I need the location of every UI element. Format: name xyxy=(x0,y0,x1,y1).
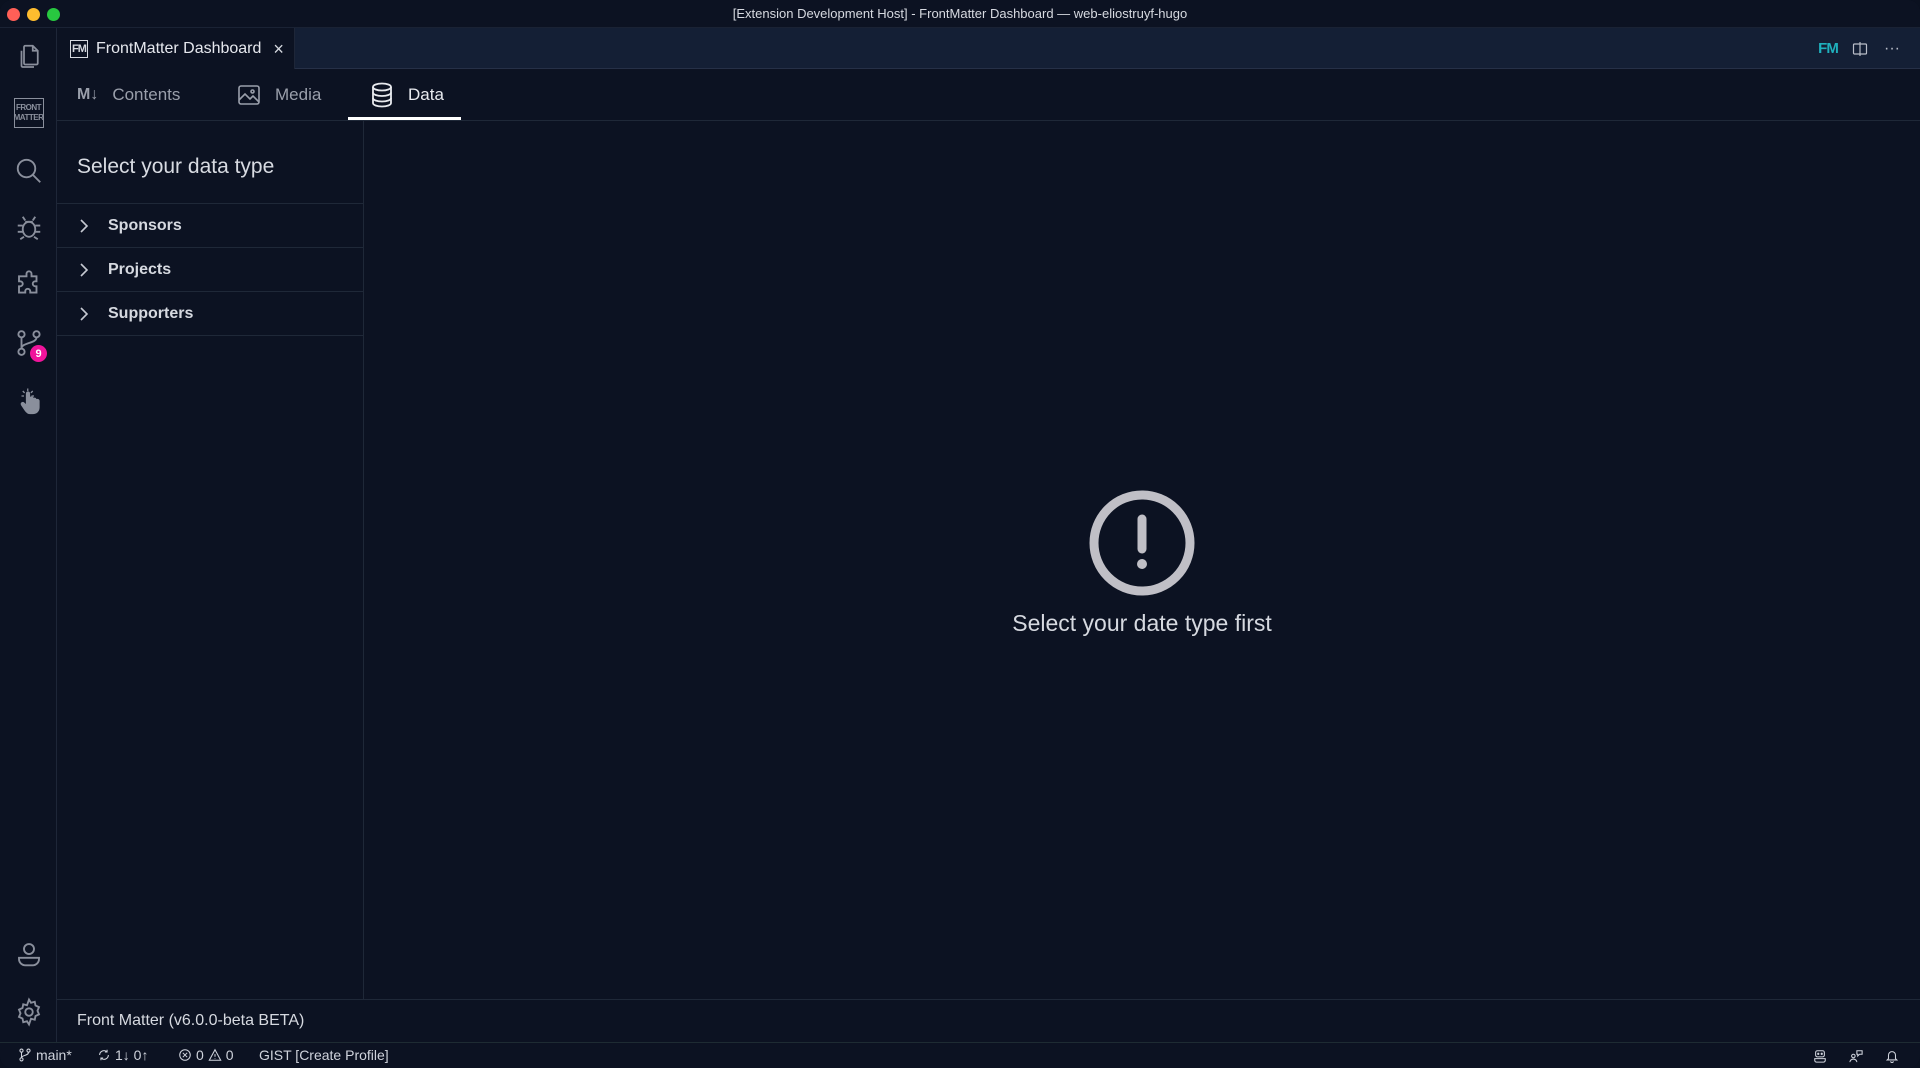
sync-icon xyxy=(99,1049,109,1061)
chevron-right-icon xyxy=(79,306,91,322)
activity-touch[interactable] xyxy=(0,377,57,425)
front-matter-logo-icon: FRONT MATTER xyxy=(13,98,44,128)
warning-count: 0 xyxy=(225,1047,234,1063)
notifications-button[interactable] xyxy=(1882,1046,1902,1066)
chevron-right-icon xyxy=(79,218,91,234)
source-control-badge: 9 xyxy=(30,345,47,362)
window-title: [Extension Development Host] - FrontMatt… xyxy=(732,6,1188,21)
activity-accounts[interactable] xyxy=(0,930,57,978)
data-sidebar-title: Select your data type xyxy=(77,155,275,178)
data-type-sidebar: Select your data type Sponsors Projects … xyxy=(57,121,364,999)
database-icon xyxy=(370,82,394,108)
activity-explorer[interactable] xyxy=(0,33,57,81)
branch-name: main* xyxy=(36,1047,72,1063)
git-branch-icon xyxy=(19,1048,31,1062)
activity-manage[interactable] xyxy=(0,988,57,1036)
tab-media[interactable]: Media xyxy=(237,69,321,121)
activity-source-control[interactable]: 9 xyxy=(0,319,57,367)
live-share-button[interactable] xyxy=(1846,1046,1866,1066)
logo-line-2: MATTER xyxy=(13,113,44,122)
close-tab-button[interactable]: × xyxy=(273,40,284,58)
frontmatter-tab-icon: FM xyxy=(70,39,88,58)
data-type-item[interactable]: Supporters xyxy=(57,292,364,336)
warning-icon xyxy=(208,1048,222,1061)
activity-front-matter[interactable]: FRONT MATTER xyxy=(0,89,57,137)
logo-line-1: FRONT xyxy=(15,103,42,112)
split-editor-icon xyxy=(1852,41,1868,56)
status-bar: main* 1↓ 0↑ 0 0 GIST [Create Profile] xyxy=(0,1042,1920,1068)
image-icon xyxy=(237,83,261,107)
error-count: 0 xyxy=(196,1047,204,1063)
error-icon xyxy=(179,1049,191,1061)
git-branch-status[interactable]: main* xyxy=(18,1047,72,1063)
gist-profile-status[interactable]: GIST [Create Profile] xyxy=(259,1047,389,1063)
tab-contents-label: Contents xyxy=(112,85,181,104)
problems-status[interactable]: 0 0 xyxy=(178,1047,234,1063)
search-icon xyxy=(16,158,41,183)
tab-media-label: Media xyxy=(275,85,322,104)
editor-actions: FM ··· xyxy=(1812,28,1920,69)
activity-search[interactable] xyxy=(0,147,57,195)
data-type-item[interactable]: Sponsors xyxy=(57,204,364,248)
empty-state: Select your date type first xyxy=(364,121,1920,999)
activity-run-debug[interactable] xyxy=(0,204,57,252)
more-actions-button[interactable]: ··· xyxy=(1876,28,1908,69)
frontmatter-action-button[interactable]: FM xyxy=(1812,28,1844,69)
sync-counts: 1↓ 0↑ xyxy=(115,1047,149,1063)
pointer-hand-icon xyxy=(20,388,40,415)
vscode-window: [Extension Development Host] - FrontMatt… xyxy=(0,0,1920,1068)
puzzle-icon xyxy=(17,270,37,294)
data-type-label: Sponsors xyxy=(108,216,182,234)
markdown-icon: M↓ xyxy=(77,86,99,103)
files-icon xyxy=(20,44,39,68)
bug-icon xyxy=(17,216,40,241)
exclamation-circle-icon xyxy=(1089,490,1195,596)
gear-icon xyxy=(17,997,40,1027)
activity-bar: FRONT MATTER 9 xyxy=(0,28,57,1042)
copilot-button[interactable] xyxy=(1810,1046,1830,1066)
activity-extensions[interactable] xyxy=(0,261,57,309)
split-editor-button[interactable] xyxy=(1844,28,1876,69)
tab-data[interactable]: Data xyxy=(370,69,444,121)
tab-data-label: Data xyxy=(408,85,444,104)
editor-tab-label: FrontMatter Dashboard xyxy=(96,39,262,57)
data-type-label: Projects xyxy=(108,260,172,278)
data-type-label: Supporters xyxy=(108,304,194,322)
copilot-icon xyxy=(1814,1050,1826,1063)
version-label: Front Matter (v6.0.0-beta BETA) xyxy=(77,1012,305,1029)
title-bar: [Extension Development Host] - FrontMatt… xyxy=(0,0,1920,28)
sync-status[interactable]: 1↓ 0↑ xyxy=(97,1047,148,1063)
active-tab-indicator xyxy=(348,117,461,120)
dashboard-nav: M↓ Contents Media Data xyxy=(57,69,1920,121)
editor-tab-bar: FM FrontMatter Dashboard × FM ··· xyxy=(57,28,1920,69)
account-icon xyxy=(17,943,40,967)
editor-tab-frontmatter-dashboard[interactable]: FM FrontMatter Dashboard × xyxy=(57,28,295,69)
tab-contents[interactable]: M↓ Contents xyxy=(77,69,180,121)
data-type-item[interactable]: Projects xyxy=(57,248,364,292)
live-share-icon xyxy=(1849,1050,1863,1063)
dashboard-footer: Front Matter (v6.0.0-beta BETA) xyxy=(57,999,1920,1042)
chevron-right-icon xyxy=(79,262,91,278)
empty-state-message: Select your date type first xyxy=(1012,610,1272,636)
bell-icon xyxy=(1885,1051,1899,1063)
